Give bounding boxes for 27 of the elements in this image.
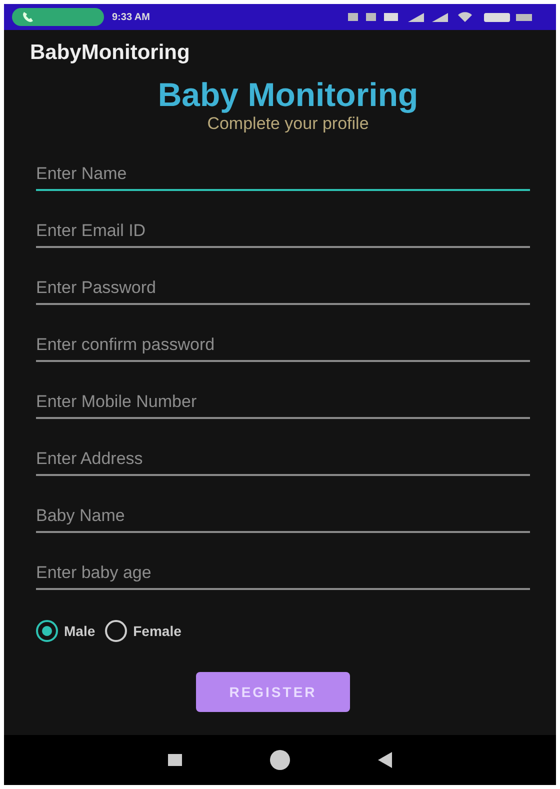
radio-label: Female [133, 623, 182, 639]
input-field[interactable]: Enter Password [36, 248, 530, 305]
input-field[interactable]: Enter Mobile Number [36, 362, 530, 419]
phone-icon [22, 11, 34, 23]
radio-button[interactable] [105, 620, 128, 642]
recents-icon[interactable] [168, 754, 182, 766]
signal-icon [432, 13, 448, 22]
heading: Baby Monitoring [158, 76, 418, 114]
home-icon[interactable] [268, 749, 291, 771]
battery-icon [484, 13, 510, 22]
input-field[interactable]: Enter confirm password [36, 305, 530, 362]
input-field[interactable]: Baby Name [36, 476, 530, 533]
status-time: 9:33 AM [112, 12, 150, 22]
input-field[interactable]: Enter baby age [36, 533, 530, 590]
input-field[interactable]: Enter Email ID [36, 191, 530, 248]
radio-button[interactable] [36, 620, 58, 642]
signal-icon [408, 13, 424, 22]
input-field[interactable]: Enter Name [36, 134, 530, 191]
app-title: BabyMonitoring [30, 41, 190, 65]
message-icon [384, 13, 398, 21]
input-field[interactable]: Enter Address [36, 419, 530, 476]
wifi-icon [458, 12, 472, 22]
call-chip[interactable] [12, 8, 104, 26]
back-icon[interactable] [378, 752, 392, 768]
subtitle: Complete your profile [207, 114, 369, 134]
radio-label: Male [64, 623, 96, 639]
register-button[interactable]: REGISTER [196, 672, 350, 712]
